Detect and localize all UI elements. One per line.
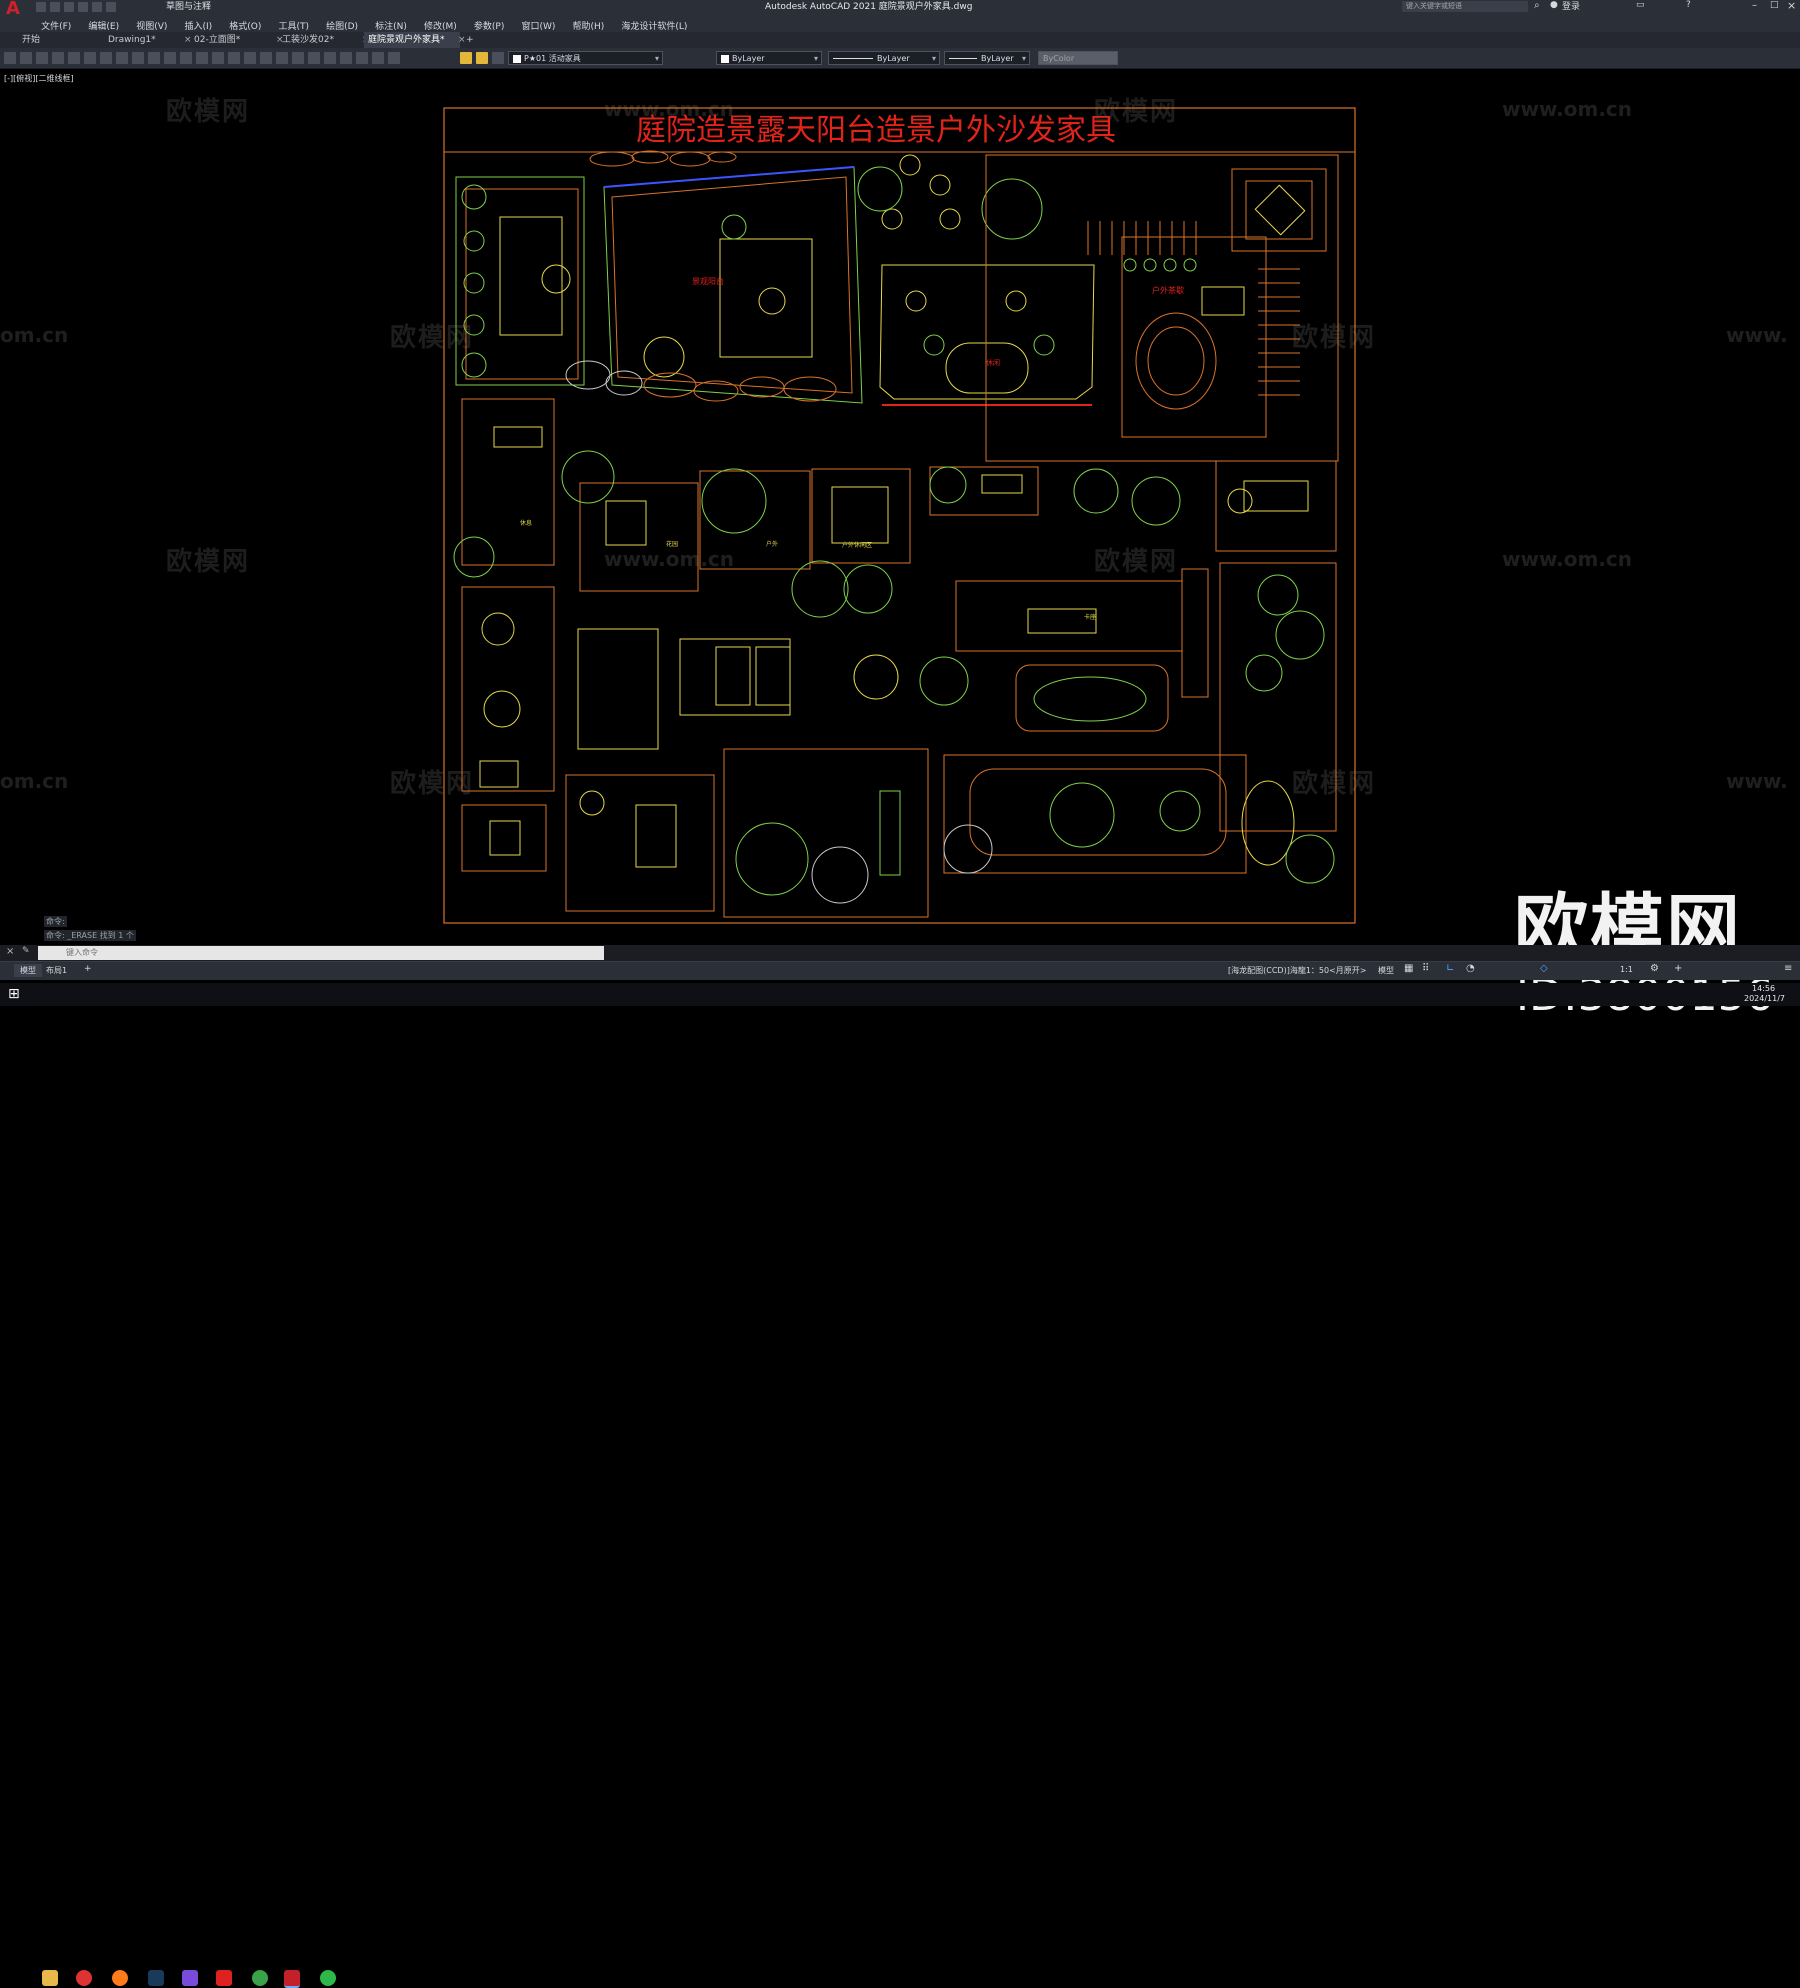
area-label: 花园 — [666, 540, 678, 548]
chrome-icon[interactable] — [252, 1970, 268, 1986]
scale-readout[interactable]: [海龙配图(CCD)]海龍1：50<月原开> — [1228, 965, 1367, 976]
plus-icon[interactable]: + — [1674, 963, 1682, 974]
app-icon[interactable] — [182, 1970, 198, 1986]
lineweight-dropdown[interactable]: ByLayer ▾ — [944, 51, 1030, 65]
tab-start[interactable]: 开始 — [22, 32, 92, 48]
area-label: 卡座 — [1084, 613, 1096, 621]
title-bar: A 草图与注释 Autodesk AutoCAD 2021 庭院景观户外家具.d… — [0, 0, 1800, 19]
chevron-down-icon: ▾ — [1021, 54, 1026, 63]
pergola-block: 户外茶歇 — [985, 154, 1339, 462]
bottom-blocks — [461, 748, 1335, 918]
wps-icon[interactable] — [216, 1970, 232, 1986]
deck-slats — [1087, 221, 1300, 396]
area-label: 户外休闲区 — [842, 541, 872, 549]
minimize-icon[interactable]: – — [1752, 0, 1757, 11]
menu-bar: 文件(F) 编辑(E) 视图(V) 插入(I) 格式(O) 工具(T) 绘图(D… — [0, 14, 1800, 32]
help-icon[interactable]: ? — [1686, 0, 1691, 10]
command-history-line: 命令: _ERASE 找到 1 个 — [44, 930, 136, 941]
drawing-viewport[interactable]: [-][俯视][二维线框] 欧模网 欧模网 www.om.cn www.om.c… — [0, 69, 1800, 1021]
cart-icon[interactable]: ▭ — [1636, 0, 1645, 10]
search-icon[interactable]: ⌕ — [1534, 0, 1540, 11]
photoshop-icon[interactable] — [148, 1970, 164, 1986]
file-explorer-icon[interactable] — [42, 1970, 58, 1986]
area-label: 景观阳台 — [692, 276, 724, 286]
standard-toolbar[interactable] — [2, 48, 402, 67]
status-bar: 模型 布局1 + [海龙配图(CCD)]海龍1：50<月原开> 模型 ▦ ⠿ ∟… — [0, 961, 1800, 980]
chevron-down-icon: ▾ — [813, 54, 818, 63]
close-tab-icon[interactable]: × — [184, 32, 192, 48]
command-history-line: 命令: — [44, 916, 67, 927]
gear-icon[interactable]: ⚙ — [1650, 963, 1659, 974]
autocad-taskbar-icon[interactable] — [284, 1970, 300, 1988]
wechat-icon[interactable] — [320, 1970, 336, 1986]
cad-drawing: 庭院造景露天阳台造景户外沙发家具 景观阳台 休闲 户外茶歇 休息 花园 户外 户… — [443, 107, 1356, 924]
tab-layout1[interactable]: 布局1 — [46, 964, 67, 977]
osnap-icon[interactable]: ◇ — [1540, 963, 1548, 974]
new-tab-button[interactable]: + — [466, 32, 480, 48]
close-tab-icon[interactable]: × — [458, 32, 466, 48]
close-icon[interactable]: × — [6, 946, 14, 957]
clock-time[interactable]: 14:56 — [1752, 984, 1775, 993]
middle-blocks: 休息 花园 户外 户外休闲区 — [453, 398, 1337, 592]
window-title: Autodesk AutoCAD 2021 庭院景观户外家具.dwg — [765, 2, 973, 12]
linetype-dropdown[interactable]: ByLayer ▾ — [828, 51, 940, 65]
user-icon[interactable]: ● — [1550, 0, 1558, 10]
taskbar: ⊞ 14:56 2024/11/7 — [0, 983, 1800, 1988]
wrench-icon[interactable]: ✎ — [22, 946, 30, 956]
clock-date[interactable]: 2024/11/7 — [1744, 994, 1785, 1003]
chevron-down-icon: ▾ — [654, 54, 659, 63]
tab-courtyard[interactable]: 庭院景观户外家具* × — [364, 32, 466, 48]
add-layout-button[interactable]: + — [84, 963, 92, 976]
area-label: 休息 — [520, 519, 532, 527]
file-tabs: 开始 Drawing1*× 02-立面图*× 工装沙发02*× 庭院景观户外家具… — [0, 32, 1800, 49]
tab-elevation[interactable]: 02-立面图* × — [194, 32, 284, 48]
model-space-button[interactable]: 模型 — [1378, 965, 1394, 976]
snap-icon[interactable]: ⠿ — [1422, 963, 1429, 974]
layer-dropdown[interactable]: P★01 活动家具 ▾ — [508, 51, 663, 65]
polar-icon[interactable]: ◔ — [1466, 963, 1475, 974]
area-label: 户外 — [766, 540, 778, 548]
windows-start-icon[interactable]: ⊞ — [8, 986, 20, 1002]
menu-icon[interactable]: ≡ — [1784, 963, 1792, 974]
browser-icon[interactable] — [76, 1970, 92, 1986]
login-link[interactable]: 登录 — [1562, 0, 1580, 14]
search-box[interactable]: 键入关键字或短语 — [1402, 1, 1528, 12]
workspace-selector[interactable]: 草图与注释 — [166, 0, 211, 14]
courtyard-block — [455, 176, 585, 386]
chevron-down-icon: ▾ — [931, 54, 936, 63]
maximize-icon[interactable]: □ — [1770, 0, 1779, 10]
plotstyle-dropdown[interactable]: ByColor — [1038, 51, 1118, 65]
rock-decorations — [565, 150, 837, 402]
command-input[interactable]: 键入命令 — [38, 946, 604, 960]
drawing-title: 庭院造景露天阳台造景户外沙发家具 — [636, 113, 1116, 148]
area-label: 休闲 — [986, 358, 1000, 367]
ortho-icon[interactable]: ∟ — [1446, 963, 1454, 974]
grid-icon[interactable]: ▦ — [1404, 963, 1413, 974]
tab-drawing1[interactable]: Drawing1* × — [108, 32, 192, 48]
annotation-scale[interactable]: 1:1 — [1620, 965, 1633, 974]
close-icon[interactable]: × — [1787, 0, 1796, 12]
lounge-block: 休闲 — [857, 154, 1095, 406]
color-dropdown[interactable]: ByLayer ▾ — [716, 51, 822, 65]
tab-model[interactable]: 模型 — [14, 964, 42, 977]
balcony-block: 景观阳台 — [603, 166, 863, 404]
firefox-icon[interactable] — [112, 1970, 128, 1986]
area-label: 户外茶歇 — [1152, 285, 1184, 295]
tab-sofa[interactable]: 工装沙发02*× — [282, 32, 370, 48]
